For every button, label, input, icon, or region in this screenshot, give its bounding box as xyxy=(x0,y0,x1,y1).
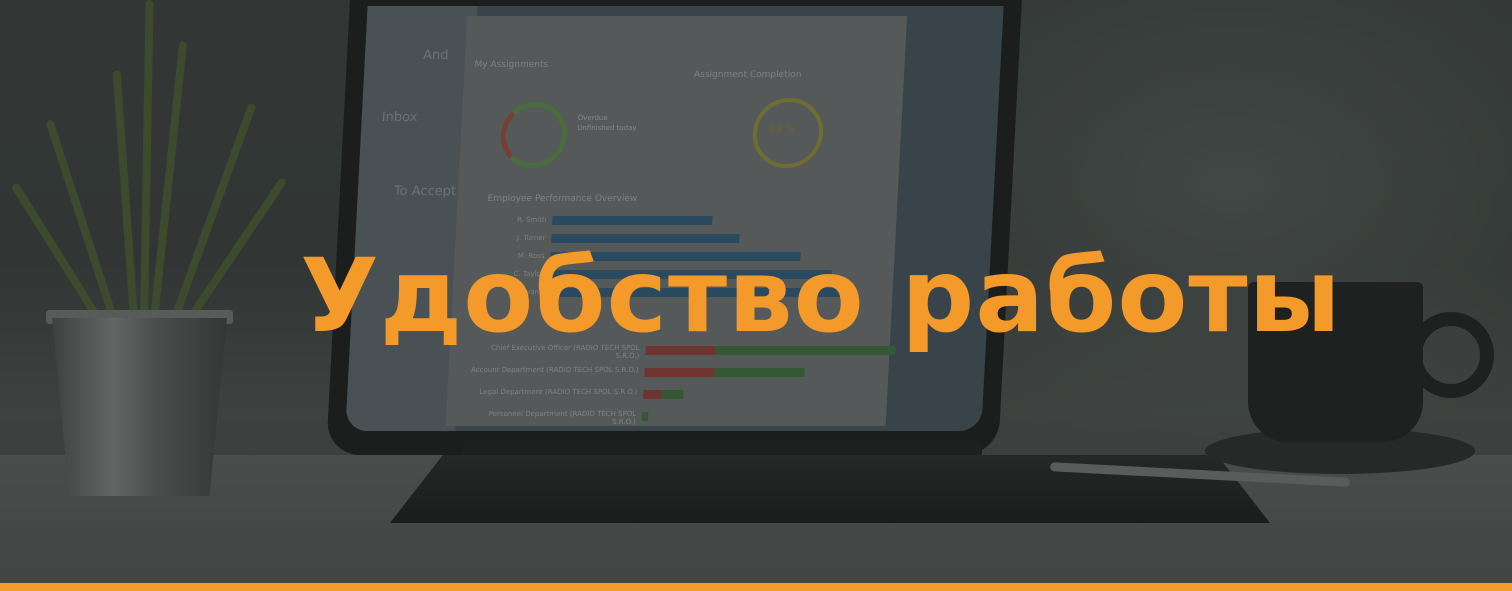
hero-headline: Удобство работы xyxy=(300,237,1342,356)
accent-bar xyxy=(0,583,1512,591)
hero-banner: And Inbox To Accept My Assignments Assig… xyxy=(0,0,1512,591)
